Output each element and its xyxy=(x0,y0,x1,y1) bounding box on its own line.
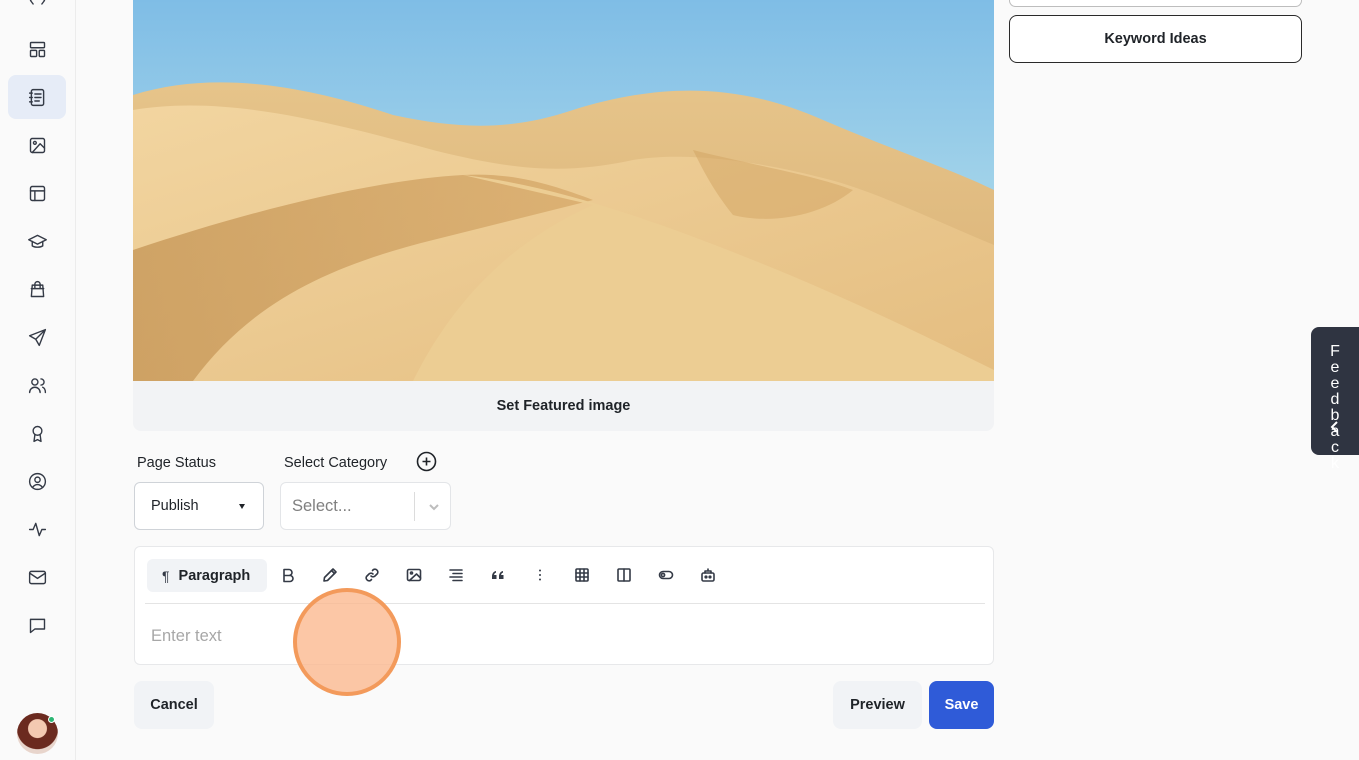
category-placeholder: Select... xyxy=(292,497,352,515)
sidebar-item-templates[interactable] xyxy=(8,171,66,215)
award-icon xyxy=(31,425,43,442)
add-category-button[interactable] xyxy=(416,451,437,472)
right-panel-field[interactable] xyxy=(1009,0,1302,7)
template-icon xyxy=(29,185,45,201)
page-status-select[interactable]: Publish xyxy=(134,482,264,530)
shopping-bag-icon xyxy=(30,280,44,297)
feedback-tab[interactable]: F e e d b a c k xyxy=(1311,327,1359,472)
embed-icon xyxy=(701,568,715,582)
image-icon xyxy=(29,137,45,153)
sidebar-item-store[interactable] xyxy=(8,267,66,311)
feedback-letter: c xyxy=(1331,439,1339,456)
more-options-button[interactable] xyxy=(530,565,550,585)
feedback-letter: F xyxy=(1330,343,1340,360)
graduation-cap-icon xyxy=(27,234,47,248)
cancel-button[interactable]: Cancel xyxy=(134,681,214,729)
preview-button[interactable]: Preview xyxy=(833,681,922,729)
columns-button[interactable] xyxy=(614,565,634,585)
sidebar-item-badges[interactable] xyxy=(8,411,66,455)
sidebar-item-account[interactable] xyxy=(8,459,66,503)
send-icon xyxy=(28,328,46,346)
featured-image[interactable] xyxy=(133,0,994,381)
sidebar-item-pages[interactable] xyxy=(8,75,66,119)
more-vertical-icon xyxy=(539,569,541,581)
chevron-left-icon xyxy=(1330,421,1338,433)
columns-icon xyxy=(617,568,631,582)
select-category-label: Select Category xyxy=(284,455,388,471)
block-type-dropdown[interactable]: ¶ Paragraph xyxy=(147,559,267,592)
table-icon xyxy=(575,568,589,582)
notebook-icon xyxy=(28,88,44,106)
embed-button[interactable] xyxy=(698,565,718,585)
avatar[interactable] xyxy=(17,713,58,754)
feedback-letter: e xyxy=(1330,359,1340,376)
sidebar-item-media[interactable] xyxy=(8,123,66,167)
page-status-label: Page Status xyxy=(137,455,216,471)
blog-icon xyxy=(29,0,45,5)
plus-circle-icon xyxy=(416,451,437,472)
sidebar-item-analytics[interactable] xyxy=(8,507,66,551)
sidebar-item-dashboard[interactable] xyxy=(8,27,66,71)
align-icon xyxy=(449,569,463,582)
sidebar-item-messages[interactable] xyxy=(8,603,66,647)
paragraph-icon: ¶ xyxy=(162,567,170,584)
left-sidebar xyxy=(0,0,76,760)
keyword-ideas-button[interactable]: Keyword Ideas xyxy=(1009,15,1302,63)
feedback-letter: k xyxy=(1331,455,1339,472)
rich-text-editor: ¶ Paragraph xyxy=(134,546,994,665)
layout-grid-icon xyxy=(29,41,45,57)
link-icon xyxy=(365,568,379,582)
quote-icon xyxy=(492,571,504,579)
bold-icon xyxy=(283,568,294,583)
insert-image-button[interactable] xyxy=(404,565,424,585)
mail-icon xyxy=(28,570,46,584)
quote-button[interactable] xyxy=(488,565,508,585)
online-status-dot xyxy=(48,716,55,723)
user-circle-icon xyxy=(28,472,46,490)
highlight-button[interactable] xyxy=(320,565,340,585)
toolbar-divider xyxy=(145,603,985,604)
sidebar-item-contacts[interactable] xyxy=(8,363,66,407)
save-button[interactable]: Save xyxy=(929,681,994,729)
activity-icon xyxy=(28,522,46,536)
feedback-letter: d xyxy=(1330,391,1340,408)
block-type-label: Paragraph xyxy=(178,567,251,584)
align-button[interactable] xyxy=(446,565,466,585)
table-button[interactable] xyxy=(572,565,592,585)
sidebar-item-email[interactable] xyxy=(8,555,66,599)
category-select[interactable]: Select... xyxy=(280,482,451,530)
users-icon xyxy=(28,377,46,393)
feedback-label: F e e d b a c k xyxy=(1326,344,1344,472)
sidebar-item-blog[interactable] xyxy=(8,0,66,22)
link-button[interactable] xyxy=(362,565,382,585)
image-icon xyxy=(406,568,422,582)
pen-icon xyxy=(323,568,337,582)
toggle-icon xyxy=(658,570,674,580)
chevron-down-icon xyxy=(429,504,439,511)
sidebar-item-campaigns[interactable] xyxy=(8,315,66,359)
caret-down-icon xyxy=(239,504,245,509)
editor-text-input[interactable] xyxy=(151,627,971,646)
set-featured-image-button[interactable]: Set Featured image xyxy=(133,381,994,431)
featured-image-card: Set Featured image xyxy=(133,0,994,431)
button-block-button[interactable] xyxy=(656,565,676,585)
message-icon xyxy=(29,618,45,633)
feedback-letter: e xyxy=(1330,375,1340,392)
page-status-value: Publish xyxy=(151,498,199,514)
select-divider xyxy=(414,492,415,521)
sidebar-item-courses[interactable] xyxy=(8,219,66,263)
bold-button[interactable] xyxy=(278,565,298,585)
